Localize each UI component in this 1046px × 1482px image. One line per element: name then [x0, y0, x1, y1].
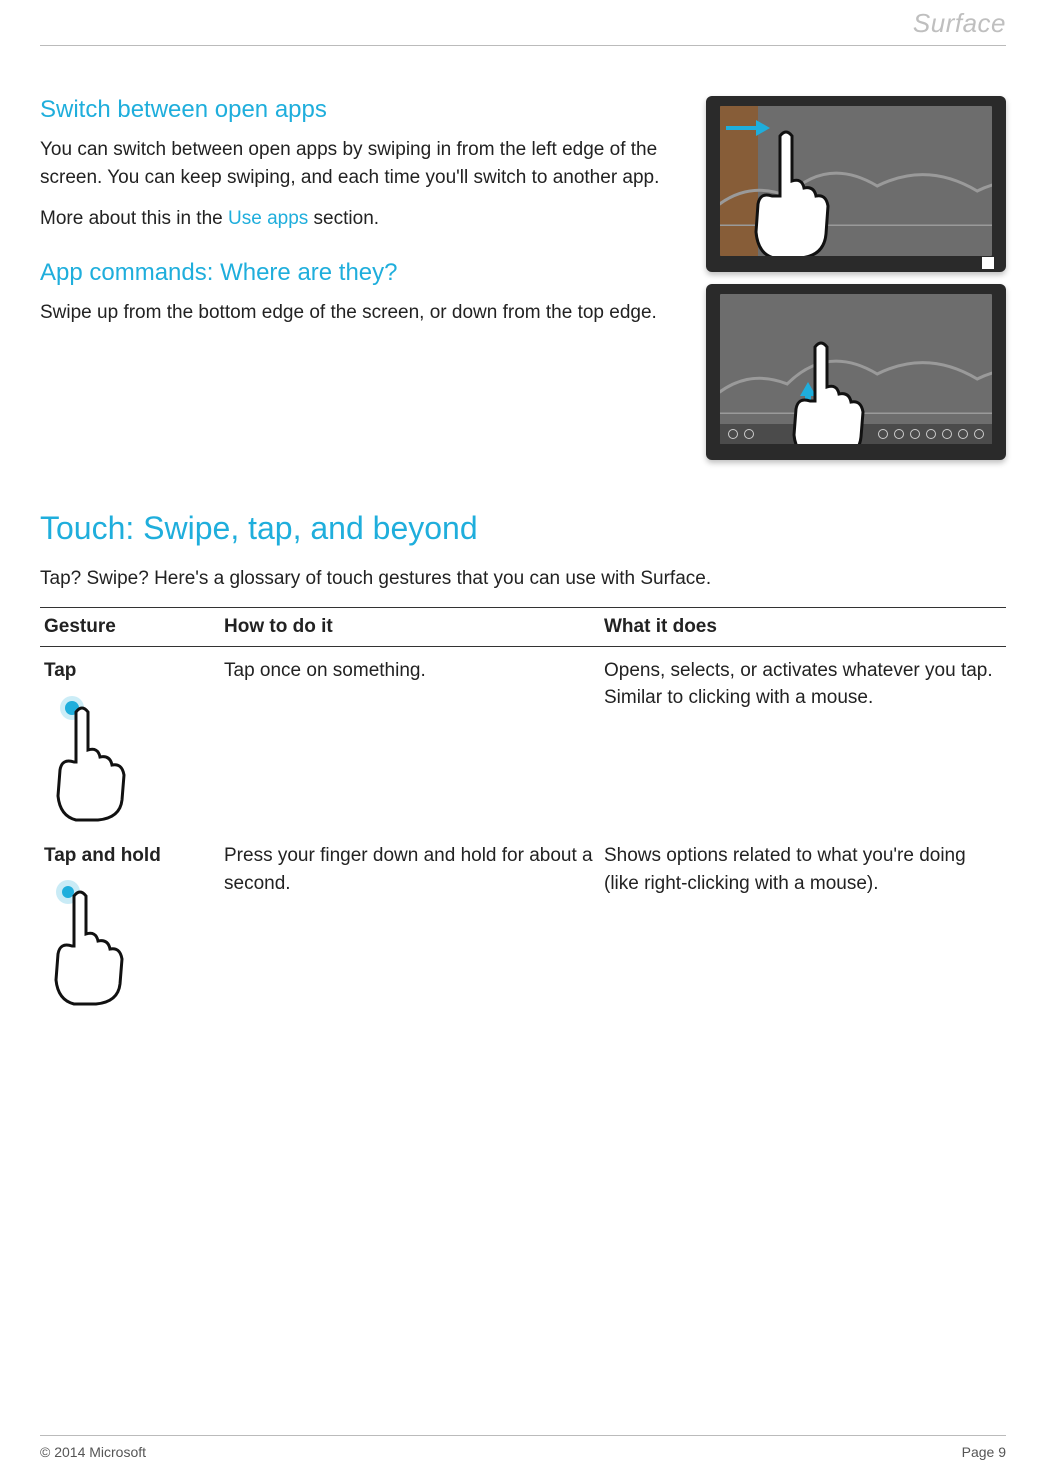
paragraph-touch-intro: Tap? Swipe? Here's a glossary of touch g… — [40, 565, 1006, 593]
gesture-name: Tap and hold — [44, 842, 214, 870]
cloud-decor-icon — [720, 156, 992, 226]
gesture-how: Press your finger down and hold for abou… — [220, 832, 600, 1018]
paragraph-commands-body: Swipe up from the bottom edge of the scr… — [40, 299, 678, 327]
table-row: Tap and hold Press your finger down and … — [40, 832, 1006, 1018]
page-content: Switch between open apps You can switch … — [40, 46, 1006, 1018]
page-header: Surface — [40, 0, 1006, 46]
link-use-apps[interactable]: Use apps — [228, 208, 308, 229]
heading-switch-apps: Switch between open apps — [40, 96, 678, 124]
table-header-how: How to do it — [220, 607, 600, 646]
heading-touch-glossary: Touch: Swipe, tap, and beyond — [40, 510, 1006, 547]
gesture-what: Shows options related to what you're doi… — [600, 832, 1006, 1018]
table-header-what: What it does — [600, 607, 1006, 646]
page-footer: © 2014 Microsoft Page 9 — [40, 1435, 1006, 1460]
gesture-name: Tap — [44, 657, 214, 685]
text-more-suffix: section. — [308, 208, 379, 229]
tap-gesture-icon — [44, 692, 154, 822]
page-number: Page 9 — [962, 1444, 1006, 1460]
paragraph-switch-body: You can switch between open apps by swip… — [40, 136, 678, 191]
arrow-right-icon — [726, 120, 770, 136]
gesture-table: Gesture How to do it What it does Tap — [40, 607, 1006, 1018]
app-command-bar-icon — [720, 424, 992, 444]
table-header-gesture: Gesture — [40, 607, 220, 646]
gesture-how: Tap once on something. — [220, 646, 600, 832]
windows-button-icon — [982, 257, 994, 269]
figure-swipe-left-edge — [706, 96, 1006, 272]
table-row: Tap Tap once on something. Opens, select… — [40, 646, 1006, 832]
text-more-prefix: More about this in the — [40, 208, 228, 229]
cloud-decor-icon — [720, 344, 992, 414]
heading-app-commands: App commands: Where are they? — [40, 259, 678, 287]
surface-logo: Surface — [913, 8, 1006, 39]
paragraph-switch-more: More about this in the Use apps section. — [40, 205, 678, 233]
gesture-what: Opens, selects, or activates whatever yo… — [600, 646, 1006, 832]
arrow-up-icon — [800, 382, 816, 422]
copyright-text: © 2014 Microsoft — [40, 1444, 146, 1460]
figure-swipe-bottom-edge — [706, 284, 1006, 460]
tap-hold-gesture-icon — [44, 878, 154, 1008]
